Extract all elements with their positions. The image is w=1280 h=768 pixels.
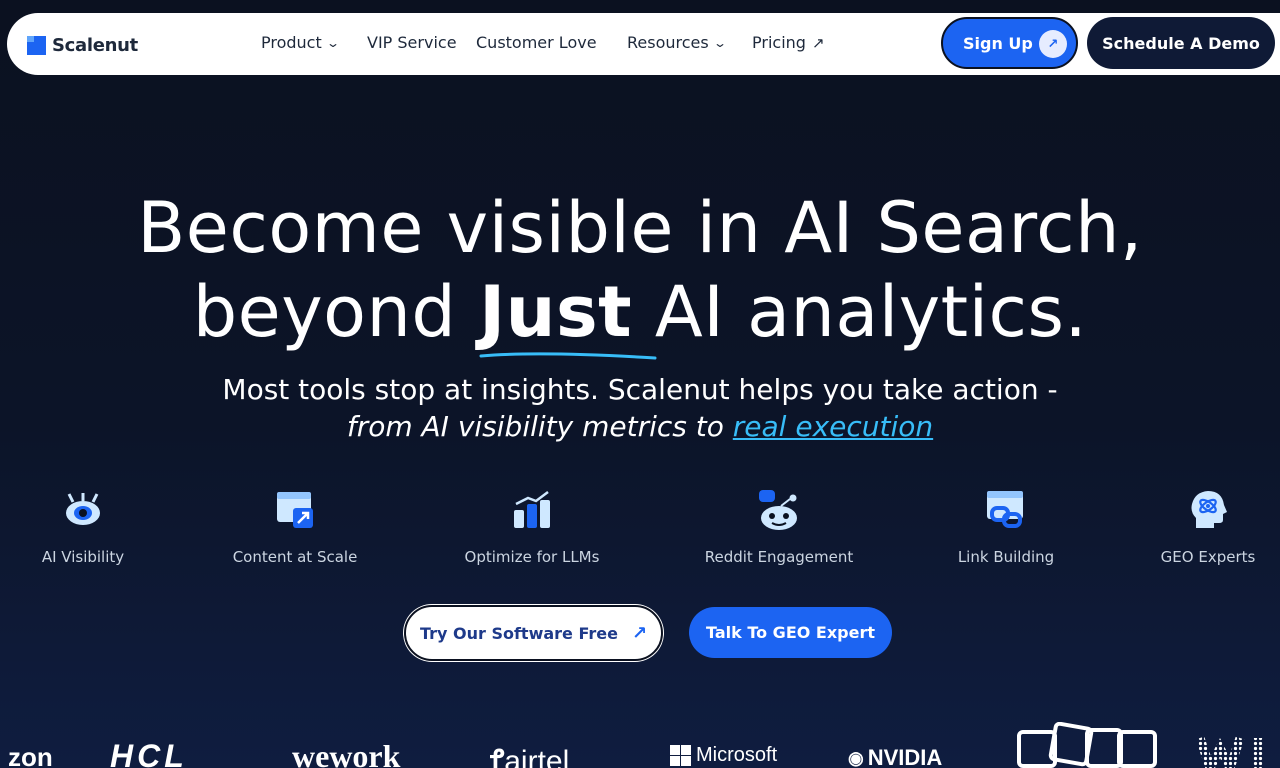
feature-geo-experts[interactable]: GEO Experts	[1156, 488, 1260, 566]
nav-item-customer-love[interactable]: Customer Love	[476, 33, 597, 52]
microsoft-windows-icon	[670, 745, 691, 766]
top-navbar: Scalenut Product ⌄ VIP Service Customer …	[7, 13, 1280, 75]
logo-amazon: zon	[8, 742, 53, 768]
feature-link-building[interactable]: Link Building	[950, 488, 1062, 566]
nav-item-label: Resources	[627, 33, 709, 52]
logo-nvidia-text: NVIDIA	[867, 745, 943, 768]
underline-swoosh-icon	[479, 352, 657, 360]
airtel-swoosh-icon: ꝭ	[490, 745, 505, 768]
headline-emphasis: Just	[479, 270, 657, 360]
scalenut-logo-icon	[27, 36, 46, 55]
arrow-up-right-icon: ↗	[631, 622, 648, 644]
brand-name: Scalenut	[52, 35, 138, 56]
customer-logos-strip: zon HCL wework ꝭairtel Microsoft ◉ NVIDI…	[0, 722, 1280, 768]
feature-label: AI Visibility	[41, 548, 125, 566]
reddit-icon	[759, 490, 797, 530]
brand-logo[interactable]: Scalenut	[27, 35, 138, 56]
logo-microsoft: Microsoft	[670, 744, 777, 767]
logo-airtel-text: airtel	[504, 745, 570, 768]
logo-hcl: HCL	[110, 738, 188, 768]
feature-label: Optimize for LLMs	[464, 548, 600, 566]
nav-item-label: VIP Service	[367, 33, 457, 52]
try-software-label: Try Our Software Free	[419, 623, 618, 643]
head-brain-icon	[1191, 491, 1227, 528]
nav-item-product[interactable]: Product ⌄	[261, 33, 340, 52]
eye-robot-icon	[66, 493, 100, 525]
logo-microsoft-text: Microsoft	[696, 744, 778, 766]
chevron-down-icon: ⌄	[712, 35, 727, 50]
feature-reddit-engagement[interactable]: Reddit Engagement	[700, 488, 858, 566]
real-execution-link[interactable]: real execution	[733, 410, 933, 443]
arrow-up-right-icon: ↗	[1039, 30, 1067, 58]
subtitle-text: from AI visibility metrics to	[346, 410, 733, 443]
schedule-demo-label: Schedule A Demo	[1102, 33, 1260, 53]
link-icon	[987, 491, 1023, 528]
nav-item-resources[interactable]: Resources ⌄	[627, 33, 727, 52]
feature-content-at-scale[interactable]: Content at Scale	[222, 488, 368, 566]
nav-item-vip-service[interactable]: VIP Service	[367, 33, 457, 52]
logo-nvidia: ◉ NVIDIA	[848, 745, 942, 768]
logo-airtel: ꝭairtel	[490, 739, 569, 768]
hero-subtitle-line1: Most tools stop at insights. Scalenut he…	[222, 373, 1058, 406]
schedule-demo-button[interactable]: Schedule A Demo	[1087, 17, 1275, 69]
logo-wework: wework	[292, 738, 401, 768]
hero-subtitle-line2: from AI visibility metrics to real execu…	[0, 409, 1280, 445]
arrow-up-right-icon: ↗	[811, 33, 825, 52]
feature-label: GEO Experts	[1160, 548, 1256, 566]
logo-chain-boxes-icon	[1017, 722, 1157, 768]
feature-label: Content at Scale	[232, 548, 358, 566]
hero-headline-line2: beyond Just AI analytics.	[0, 270, 1280, 360]
nav-item-label: Customer Love	[476, 33, 597, 52]
headline-emphasis-text: Just	[479, 271, 633, 353]
nav-item-label: Product	[261, 33, 322, 52]
sign-up-button[interactable]: Sign Up ↗	[941, 17, 1078, 69]
bar-chart-icon	[514, 491, 550, 528]
nvidia-eye-icon: ◉	[848, 747, 864, 768]
feature-label: Link Building	[957, 548, 1055, 566]
talk-to-geo-label: Talk To GEO Expert	[705, 623, 876, 642]
feature-label: Reddit Engagement	[704, 548, 854, 566]
feature-optimize-for-llms[interactable]: Optimize for LLMs	[456, 488, 608, 566]
headline-text: AI analytics.	[632, 271, 1088, 353]
hero-headline-line1: Become visible in AI Search,	[137, 187, 1143, 269]
chevron-down-icon: ⌄	[325, 35, 340, 50]
talk-to-geo-expert-button[interactable]: Talk To GEO Expert	[689, 607, 892, 658]
logo-partial-w-icon	[1198, 736, 1263, 768]
window-expand-icon	[277, 492, 313, 528]
sign-up-label: Sign Up	[963, 33, 1033, 53]
nav-item-pricing[interactable]: Pricing ↗	[752, 33, 825, 52]
nav-item-label: Pricing	[752, 33, 806, 52]
feature-ai-visibility[interactable]: AI Visibility	[28, 488, 138, 566]
try-software-free-button[interactable]: Try Our Software Free ↗	[404, 605, 663, 661]
headline-text: beyond	[192, 271, 480, 353]
